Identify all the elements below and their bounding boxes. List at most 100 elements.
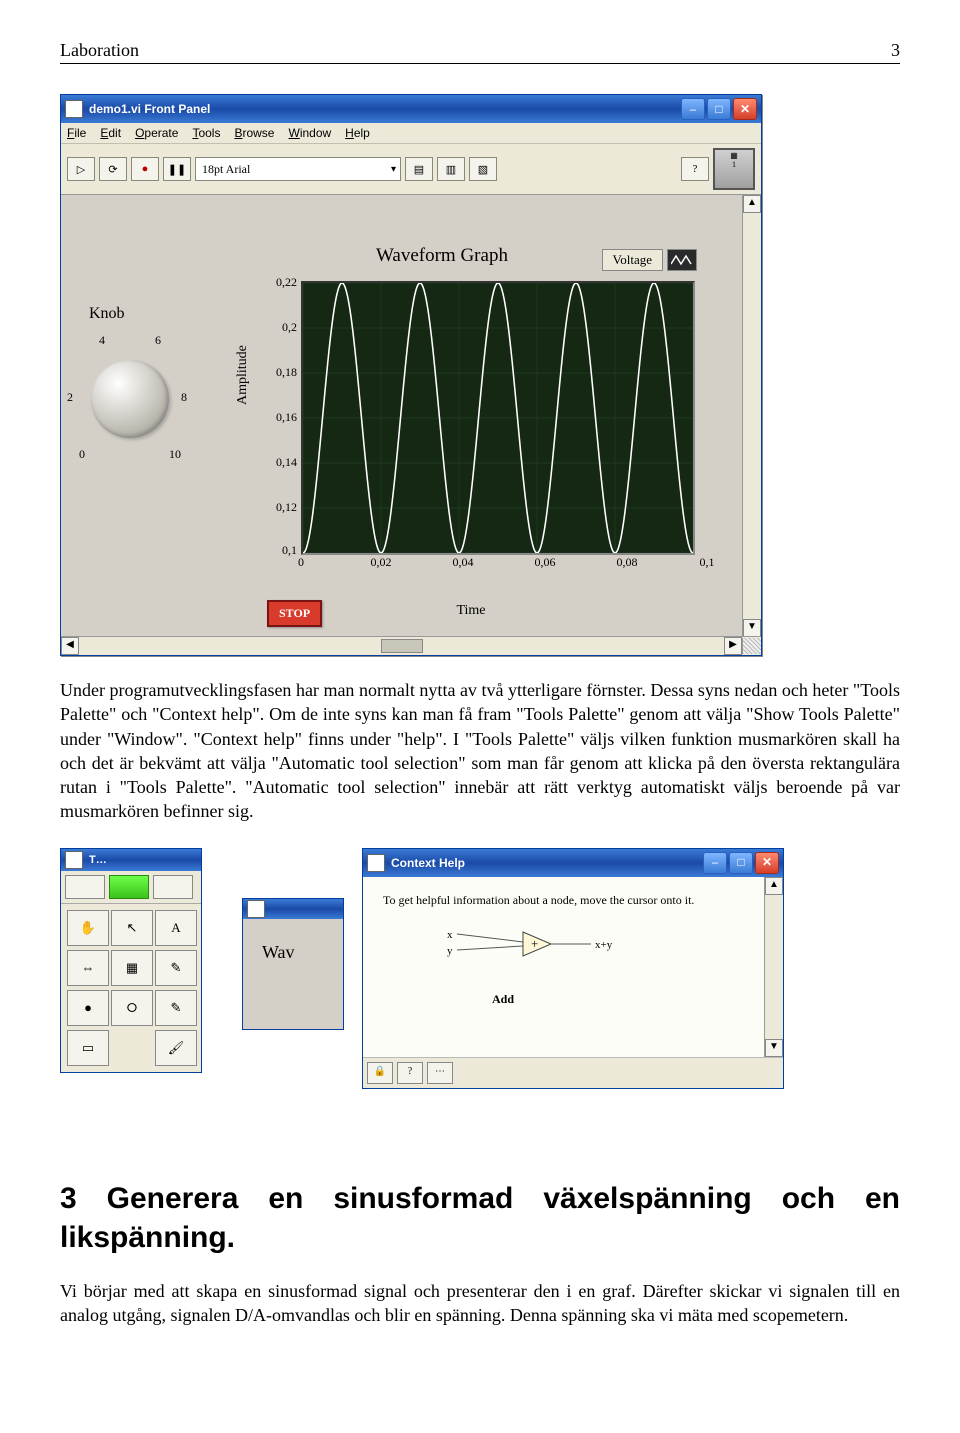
run-button[interactable]: ▷ <box>67 157 95 181</box>
front-panel-area: Knob 4 6 2 8 0 10 Waveform Graph Voltage… <box>61 195 761 655</box>
wiring-tool-icon[interactable]: ⇔ <box>67 950 109 986</box>
scroll-down-icon[interactable]: ▼ <box>765 1039 783 1057</box>
scroll-tool-icon[interactable]: ✎ <box>155 950 197 986</box>
y-tick: 0,16 <box>253 410 297 425</box>
tools-titlebar[interactable]: T… <box>61 849 201 871</box>
tools-title: T… <box>89 854 197 866</box>
maximize-button[interactable]: □ <box>707 98 731 120</box>
output-label: x+y <box>595 939 613 951</box>
x-tick: 0,02 <box>371 555 392 570</box>
scroll-thumb[interactable] <box>381 639 423 653</box>
legend-line-icon[interactable] <box>667 249 697 271</box>
ctx-maximize-button[interactable]: □ <box>729 852 753 874</box>
ctx-lock-icon[interactable]: 🔒 <box>367 1062 393 1084</box>
breakpoint-tool-icon[interactable]: ● <box>67 990 109 1026</box>
section-3-heading: 3 Generera en sinusformad växelspänning … <box>60 1179 900 1257</box>
background-graph-label-fragment: Wav <box>262 942 295 963</box>
context-help-window: Context Help – □ ✕ To get helpful inform… <box>362 848 784 1089</box>
horizontal-scrollbar[interactable]: ◀ ▶ <box>61 636 761 655</box>
node-name-label: Add <box>403 992 603 1007</box>
window-titlebar[interactable]: demo1.vi Front Panel – □ ✕ <box>61 95 761 123</box>
menu-browse[interactable]: Browse <box>234 126 274 140</box>
knob-label: Knob <box>89 305 125 323</box>
context-help-title: Context Help <box>391 856 703 870</box>
scroll-left-icon[interactable]: ◀ <box>61 637 79 655</box>
x-tick: 0,08 <box>617 555 638 570</box>
labview-icon <box>65 100 83 118</box>
menu-file[interactable]: File <box>67 126 86 140</box>
section-3-paragraph: Vi börjar med att skapa en sinusformad s… <box>60 1279 900 1328</box>
resize-grip-icon[interactable] <box>742 638 761 654</box>
automatic-tool-selection[interactable] <box>61 871 201 904</box>
waveform-plot-svg <box>303 283 693 553</box>
menu-operate[interactable]: Operate <box>135 126 178 140</box>
legend-label[interactable]: Voltage <box>602 249 663 271</box>
input-y-label: y <box>447 945 453 957</box>
ctx-close-button[interactable]: ✕ <box>755 852 779 874</box>
knob-tick-0: 0 <box>79 447 85 462</box>
x-tick: 0,04 <box>453 555 474 570</box>
menu-edit[interactable]: Edit <box>100 126 121 140</box>
menu-help[interactable]: Help <box>345 126 370 140</box>
plot-area[interactable] <box>301 281 695 555</box>
color-tool-brush-icon[interactable]: 🖌 <box>155 1030 197 1066</box>
waveform-graph: Waveform Graph Voltage Amplitude 0,22 0,… <box>241 245 701 615</box>
y-tick: 0,2 <box>253 320 297 335</box>
run-continuously-button[interactable]: ⟳ <box>99 157 127 181</box>
scroll-down-icon[interactable]: ▼ <box>743 619 761 637</box>
align-button[interactable]: ▤ <box>405 157 433 181</box>
font-selector[interactable]: 18pt Arial <box>195 157 401 181</box>
abort-button[interactable]: ● <box>131 157 159 181</box>
x-tick: 0,1 <box>700 555 715 570</box>
toolbar: ▷ ⟳ ● ❚❚ 18pt Arial ▤ ▥ ▧ ? ▦1 <box>61 144 761 195</box>
ctx-minimize-button[interactable]: – <box>703 852 727 874</box>
y-tick: 0,12 <box>253 500 297 515</box>
auto-tool-left-icon <box>65 875 105 899</box>
ctx-vertical-scrollbar[interactable]: ▲ ▼ <box>764 877 783 1057</box>
labview-icon <box>367 854 385 872</box>
context-help-text: To get helpful information about a node,… <box>363 877 783 915</box>
x-tick: 0 <box>298 555 304 570</box>
context-help-toggle[interactable]: ? <box>681 157 709 181</box>
y-tick: 0,18 <box>253 365 297 380</box>
labview-icon <box>247 900 265 918</box>
menubar: File Edit Operate Tools Browse Window He… <box>61 123 761 144</box>
vertical-scrollbar[interactable]: ▲ ▼ <box>742 195 761 637</box>
input-x-label: x <box>447 929 453 941</box>
distribute-button[interactable]: ▥ <box>437 157 465 181</box>
scroll-up-icon[interactable]: ▲ <box>743 195 761 213</box>
close-button[interactable]: ✕ <box>733 98 757 120</box>
knob-tick-6: 6 <box>155 333 161 348</box>
graph-title: Waveform Graph <box>376 245 508 267</box>
auto-tool-right-icon <box>153 875 193 899</box>
y-tick: 0,14 <box>253 455 297 470</box>
stop-button[interactable]: STOP <box>267 600 322 627</box>
minimize-button[interactable]: – <box>681 98 705 120</box>
menu-tools[interactable]: Tools <box>192 126 220 140</box>
menu-window[interactable]: Window <box>288 126 331 140</box>
scroll-up-icon[interactable]: ▲ <box>765 877 783 895</box>
knob-control[interactable] <box>91 360 169 438</box>
ctx-detail-icon[interactable]: ? <box>397 1062 423 1084</box>
knob-tick-2: 2 <box>67 390 73 405</box>
window-title: demo1.vi Front Panel <box>89 102 681 116</box>
y-tick: 0,1 <box>253 543 297 558</box>
pause-button[interactable]: ❚❚ <box>163 157 191 181</box>
vi-icon[interactable]: ▦1 <box>713 148 755 190</box>
labview-icon <box>65 851 83 869</box>
ctx-more-icon[interactable]: ⋯ <box>427 1062 453 1084</box>
text-tool-icon[interactable]: A <box>155 910 197 946</box>
scroll-right-icon[interactable]: ▶ <box>724 637 742 655</box>
probe-tool-icon[interactable]: ⭘ <box>111 990 153 1026</box>
operate-tool-icon[interactable]: ✋ <box>67 910 109 946</box>
color-tool-fg-icon[interactable]: ▭ <box>67 1030 109 1066</box>
context-help-titlebar[interactable]: Context Help – □ ✕ <box>363 849 783 877</box>
color-copy-tool-icon[interactable]: ✎ <box>155 990 197 1026</box>
knob-tick-8: 8 <box>181 390 187 405</box>
x-tick: 0,06 <box>535 555 556 570</box>
page-number: 3 <box>891 40 900 61</box>
reorder-button[interactable]: ▧ <box>469 157 497 181</box>
object-popup-tool-icon[interactable]: ▦ <box>111 950 153 986</box>
labview-front-panel-window: demo1.vi Front Panel – □ ✕ File Edit Ope… <box>60 94 762 656</box>
position-tool-icon[interactable]: ↖ <box>111 910 153 946</box>
